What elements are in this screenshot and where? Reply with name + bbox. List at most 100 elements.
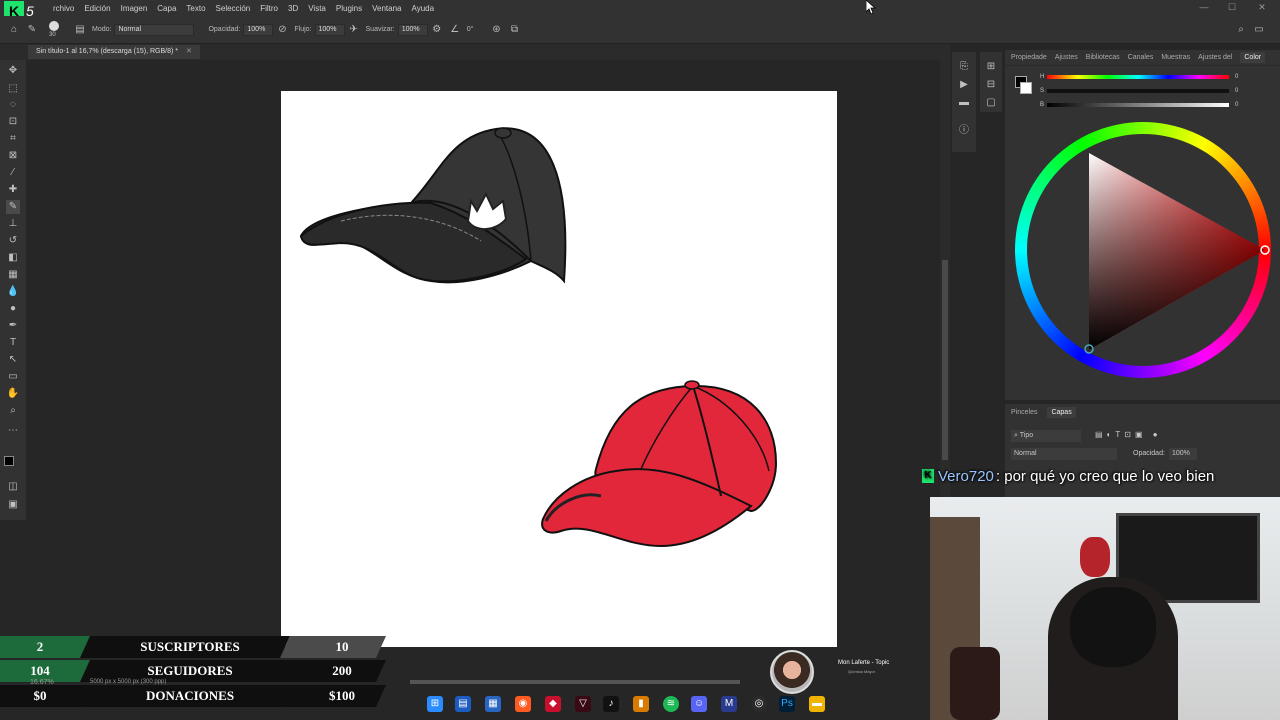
frame-tool-icon[interactable]: ⊠ [6,149,20,163]
menu-window[interactable]: Ventana [367,4,406,13]
layer-filter-icons[interactable]: ▤◐T⊡▣ ● [1095,430,1162,439]
menu-plugins[interactable]: Plugins [331,4,367,13]
discord-icon[interactable]: ☺ [691,696,707,712]
adjustments-panel-icon[interactable]: ⊞ [984,60,998,74]
maximize-icon[interactable]: ☐ [1220,0,1244,16]
search-icon[interactable]: ⌕ [1235,24,1247,36]
tab-layers[interactable]: Capas [1047,406,1076,418]
more-tools-icon[interactable]: ⋯ [6,424,20,438]
airbrush-icon[interactable]: ✈ [348,24,360,36]
brush-tool-icon[interactable]: ✎ [6,200,20,214]
history-panel-icon[interactable]: ⎘ [957,60,971,74]
grid-panel-icon[interactable]: ⊟ [984,78,998,92]
lasso-tool-icon[interactable]: ◌ [6,98,20,112]
document-tab[interactable]: Sin título-1 al 16,7% (descarga (15), RG… [28,45,200,59]
spotify-icon[interactable]: ≋ [663,696,679,712]
menu-type[interactable]: Texto [181,4,210,13]
shape-tool-icon[interactable]: ▭ [6,370,20,384]
app-orange-icon[interactable]: ▮ [633,696,649,712]
brush-panel-icon[interactable]: ▤ [74,24,86,36]
gradient-tool-icon[interactable]: ▦ [6,268,20,282]
horizontal-scrollbar[interactable] [410,680,740,684]
brush-preset-picker[interactable]: 30 [41,17,71,43]
crop-tool-icon[interactable]: ⌗ [6,132,20,146]
menu-select[interactable]: Selección [211,4,256,13]
layer-opacity-field[interactable]: 100% [1169,448,1197,460]
history-brush-tool-icon[interactable]: ↺ [6,234,20,248]
saturation-slider[interactable] [1047,89,1229,93]
calendar-icon[interactable]: ▦ [485,696,501,712]
pressure-size-icon[interactable]: ⊛ [490,24,502,36]
hand-tool-icon[interactable]: ✋ [6,387,20,401]
angle-icon[interactable]: ∠ [449,24,461,36]
home-icon[interactable]: ⌂ [8,24,20,36]
tab-swatches[interactable]: Muestras [1161,54,1190,61]
tab-color[interactable]: Color [1240,52,1266,63]
blur-tool-icon[interactable]: 💧 [6,285,20,299]
opacity-field[interactable]: 100% [243,23,274,36]
menu-layer[interactable]: Capa [152,4,181,13]
app-red-icon[interactable]: ◆ [545,696,561,712]
app-dark-icon[interactable]: ▽ [575,696,591,712]
mode-select[interactable]: Normal [114,23,195,36]
minimize-icon[interactable]: — [1192,0,1216,16]
scrollbar-thumb[interactable] [942,260,948,460]
menu-help[interactable]: Ayuda [407,4,440,13]
info-panel-icon[interactable]: ⓘ [957,124,971,138]
tab-brushes[interactable]: Pinceles [1011,409,1037,416]
smooth-field[interactable]: 100% [397,23,428,36]
tab-close-icon[interactable]: ✕ [186,48,192,55]
menu-file[interactable]: rchivo [48,4,79,13]
canvas[interactable] [281,91,837,647]
blend-mode-select[interactable]: Normal [1011,448,1117,460]
color-wheel[interactable] [1015,122,1271,378]
tab-libraries[interactable]: Bibliotecas [1086,54,1120,61]
menu-view[interactable]: Vista [303,4,331,13]
tab-channels[interactable]: Canales [1128,54,1154,61]
menu-image[interactable]: Imagen [116,4,153,13]
app-blue-icon[interactable]: M [721,696,737,712]
zoom-tool-icon[interactable]: ⌕ [6,404,20,418]
stamp-tool-icon[interactable]: ⊥ [6,217,20,231]
object-select-tool-icon[interactable]: ⊡ [6,115,20,129]
slider-s-value[interactable]: 0 [1235,88,1238,94]
move-tool-icon[interactable]: ✥ [6,64,20,78]
menu-filter[interactable]: Filtro [255,4,283,13]
type-tool-icon[interactable]: T [6,336,20,350]
menu-edit[interactable]: Edición [79,4,115,13]
background-swatch[interactable] [1020,82,1032,94]
folder-icon[interactable]: ▬ [809,696,825,712]
slider-h-value[interactable]: 0 [1235,74,1238,80]
symmetry-icon[interactable]: ⧉ [508,24,520,36]
slider-b-value[interactable]: 0 [1235,102,1238,108]
photoshop-icon[interactable]: Ps [779,696,795,712]
browser-icon[interactable]: ◉ [515,696,531,712]
tab-adjustments[interactable]: Ajustes [1055,54,1078,61]
tiktok-icon[interactable]: ♪ [603,696,619,712]
tab-adjustment-presets[interactable]: Ajustes del [1198,54,1232,61]
comments-panel-icon[interactable]: ▬ [957,96,971,110]
angle-value[interactable]: 0° [467,26,474,33]
workspace-icon[interactable]: ▭ [1253,24,1265,36]
close-icon[interactable]: ✕ [1250,0,1274,16]
brightness-slider[interactable] [1047,103,1229,107]
eyedropper-tool-icon[interactable]: ⁄ [6,166,20,180]
brush-tool-icon[interactable]: ✎ [26,24,38,36]
healing-tool-icon[interactable]: ✚ [6,183,20,197]
chrome-icon[interactable]: ◎ [751,696,767,712]
pressure-opacity-icon[interactable]: ⊘ [276,24,288,36]
tab-properties[interactable]: Propiedade [1011,54,1047,61]
hue-slider[interactable] [1047,75,1229,79]
path-select-tool-icon[interactable]: ↖ [6,353,20,367]
marquee-tool-icon[interactable]: ⬚ [6,82,20,96]
layer-filter-select[interactable]: ⌕ Tipo [1011,430,1081,442]
gear-icon[interactable]: ⚙ [431,24,443,36]
actions-panel-icon[interactable]: ▶ [957,78,971,92]
files-icon[interactable]: ▤ [455,696,471,712]
layer-comps-icon[interactable]: ▢ [984,96,998,110]
menu-3d[interactable]: 3D [283,4,303,13]
dodge-tool-icon[interactable]: ● [6,302,20,316]
quick-mask-icon[interactable]: ◫ [6,480,20,494]
color-triangle[interactable] [1015,122,1271,378]
pen-tool-icon[interactable]: ✒ [6,319,20,333]
